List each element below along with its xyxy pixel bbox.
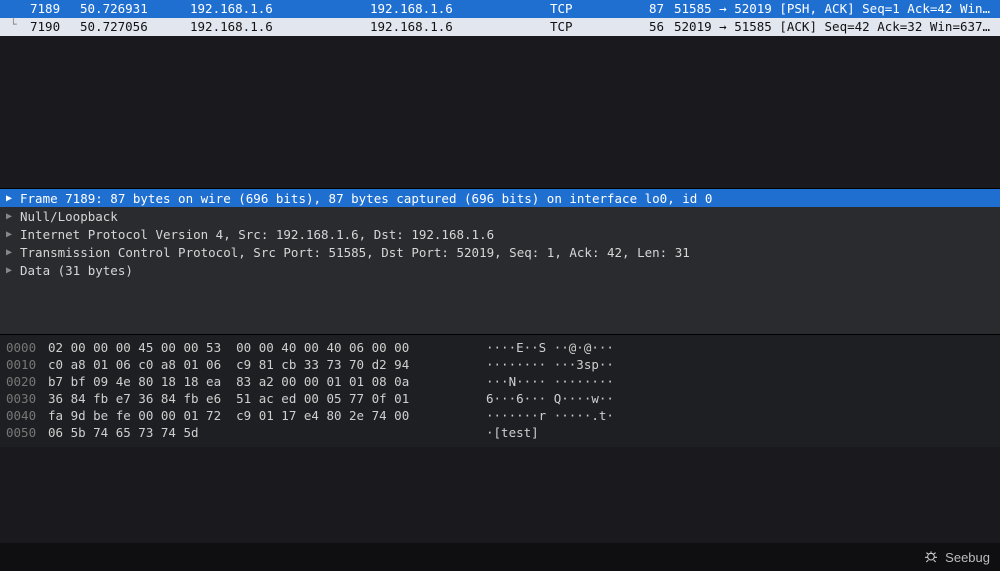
hex-ascii: ·[test] (458, 424, 539, 441)
packet-list-pane: 7189 50.726931 192.168.1.6 192.168.1.6 T… (0, 0, 1000, 36)
hex-ascii: ········ ···3sp·· (458, 356, 614, 373)
hex-row[interactable]: 0000 02 00 00 00 45 00 00 53 00 00 40 00… (0, 339, 1000, 356)
expand-icon[interactable]: ▶ (6, 193, 20, 204)
col-time: 50.727056 (80, 18, 190, 36)
hex-offset: 0040 (0, 407, 48, 424)
hex-bytes: 36 84 fb e7 36 84 fb e6 51 ac ed 00 05 7… (48, 390, 458, 407)
col-length: 87 (625, 0, 670, 18)
hex-offset: 0050 (0, 424, 48, 441)
hex-row[interactable]: 0050 06 5b 74 65 73 74 5d ·[test] (0, 424, 1000, 441)
bug-icon (923, 548, 945, 567)
detail-text: Transmission Control Protocol, Src Port:… (20, 245, 690, 260)
hex-row[interactable]: 0040 fa 9d be fe 00 00 01 72 c9 01 17 e4… (0, 407, 1000, 424)
hex-bytes: 06 5b 74 65 73 74 5d (48, 424, 458, 441)
hex-offset: 0030 (0, 390, 48, 407)
hex-bytes: fa 9d be fe 00 00 01 72 c9 01 17 e4 80 2… (48, 407, 458, 424)
hex-offset: 0000 (0, 339, 48, 356)
hex-ascii: ····E··S ··@·@··· (458, 339, 614, 356)
detail-text: Data (31 bytes) (20, 263, 133, 278)
hex-ascii: ·······r ·····.t· (458, 407, 614, 424)
tree-end-icon: └ (10, 18, 17, 31)
col-length: 56 (625, 18, 670, 36)
detail-text: Frame 7189: 87 bytes on wire (696 bits),… (20, 191, 712, 206)
expand-icon[interactable]: ▶ (6, 265, 20, 276)
col-protocol: TCP (550, 0, 625, 18)
footer-bar: Seebug (0, 543, 1000, 571)
hex-bytes: c0 a8 01 06 c0 a8 01 06 c9 81 cb 33 73 7… (48, 356, 458, 373)
expand-icon[interactable]: ▶ (6, 247, 20, 258)
packet-row[interactable]: 7189 50.726931 192.168.1.6 192.168.1.6 T… (0, 0, 1000, 18)
col-time: 50.726931 (80, 0, 190, 18)
hex-row[interactable]: 0030 36 84 fb e7 36 84 fb e6 51 ac ed 00… (0, 390, 1000, 407)
col-protocol: TCP (550, 18, 625, 36)
packet-row[interactable]: 7190 50.727056 192.168.1.6 192.168.1.6 T… (0, 18, 1000, 36)
col-dest: 192.168.1.6 (370, 18, 550, 36)
detail-null-loopback[interactable]: ▶ Null/Loopback (0, 207, 1000, 225)
packet-list-empty-area (0, 36, 1000, 188)
footer-brand: Seebug (945, 550, 990, 565)
hex-row[interactable]: 0010 c0 a8 01 06 c0 a8 01 06 c9 81 cb 33… (0, 356, 1000, 373)
hex-offset: 0010 (0, 356, 48, 373)
detail-data[interactable]: ▶ Data (31 bytes) (0, 261, 1000, 279)
detail-frame-line[interactable]: ▶ Frame 7189: 87 bytes on wire (696 bits… (0, 189, 1000, 207)
expand-icon[interactable]: ▶ (6, 229, 20, 240)
hex-bytes: 02 00 00 00 45 00 00 53 00 00 40 00 40 0… (48, 339, 458, 356)
detail-ipv4[interactable]: ▶ Internet Protocol Version 4, Src: 192.… (0, 225, 1000, 243)
col-source: 192.168.1.6 (190, 0, 370, 18)
col-info: 51585 → 52019 [PSH, ACK] Seq=1 Ack=42 Wi… (670, 0, 1000, 18)
hex-dump-pane: 0000 02 00 00 00 45 00 00 53 00 00 40 00… (0, 334, 1000, 447)
detail-text: Null/Loopback (20, 209, 118, 224)
hex-ascii: 6···6··· Q····w·· (458, 390, 614, 407)
col-info: 52019 → 51585 [ACK] Seq=42 Ack=32 Win=63… (670, 18, 1000, 36)
col-no: 7189 (0, 0, 80, 18)
hex-row[interactable]: 0020 b7 bf 09 4e 80 18 18 ea 83 a2 00 00… (0, 373, 1000, 390)
detail-text: Internet Protocol Version 4, Src: 192.16… (20, 227, 494, 242)
hex-bytes: b7 bf 09 4e 80 18 18 ea 83 a2 00 00 01 0… (48, 373, 458, 390)
expand-icon[interactable]: ▶ (6, 211, 20, 222)
detail-tcp[interactable]: ▶ Transmission Control Protocol, Src Por… (0, 243, 1000, 261)
col-dest: 192.168.1.6 (370, 0, 550, 18)
col-source: 192.168.1.6 (190, 18, 370, 36)
packet-details-pane: ▶ Frame 7189: 87 bytes on wire (696 bits… (0, 188, 1000, 334)
hex-ascii: ···N···· ········ (458, 373, 614, 390)
hex-offset: 0020 (0, 373, 48, 390)
